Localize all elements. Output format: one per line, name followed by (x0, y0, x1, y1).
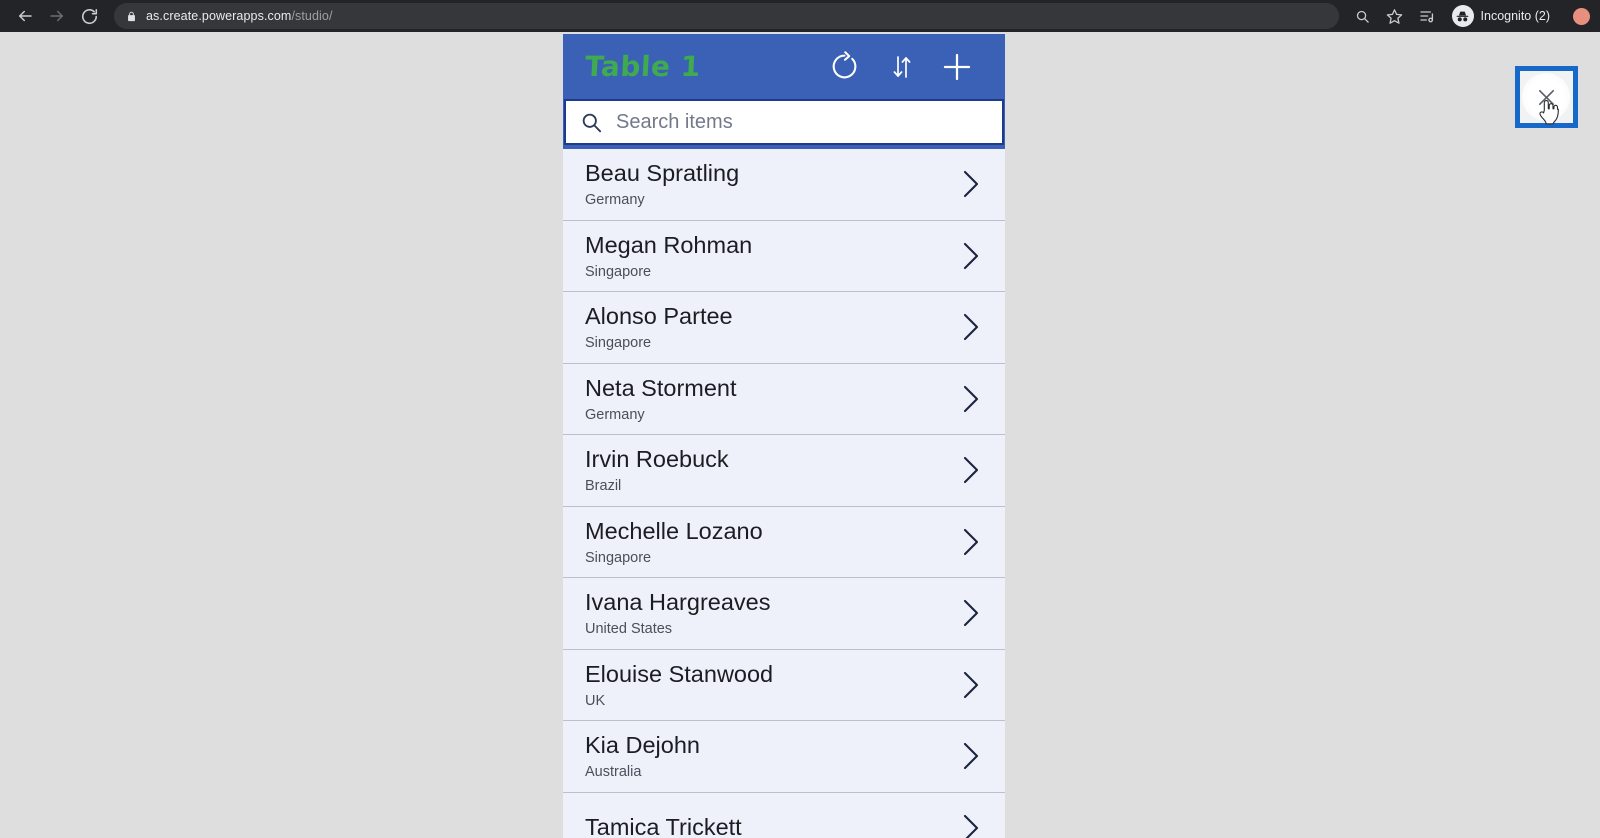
refresh-icon (832, 51, 856, 79)
sort-updown-icon (893, 55, 911, 78)
browser-tool-icons: Incognito (2) (1349, 2, 1590, 30)
row-title: Kia Dejohn (585, 732, 700, 759)
row-subtitle: Germany (585, 406, 645, 423)
add-button[interactable] (931, 42, 983, 92)
row-title: Tamica Trickett (585, 814, 742, 838)
url-domain: as.create.powerapps.com (146, 9, 292, 23)
row-title: Neta Storment (585, 374, 737, 401)
search-box[interactable] (564, 99, 1004, 145)
reload-icon (81, 8, 97, 24)
row-texts: Kia Dejohn Australia (585, 732, 957, 780)
forward-button[interactable] (42, 1, 72, 31)
powerapps-preview-panel: Table 1 Search items Beau Spratling Germ… (563, 34, 1005, 838)
row-subtitle: Germany (585, 192, 645, 209)
incognito-label: Incognito (2) (1480, 9, 1550, 23)
app-header: Table 1 (563, 34, 1005, 99)
chevron-right-icon[interactable] (957, 382, 991, 416)
app-canvas: Table 1 Search items Beau Spratling Germ… (0, 32, 1600, 838)
chevron-right-icon[interactable] (957, 239, 991, 273)
table-row[interactable]: Megan Rohman Singapore (563, 220, 1005, 292)
chevron-right-icon[interactable] (957, 310, 991, 344)
row-title: Beau Spratling (585, 160, 740, 187)
back-button[interactable] (10, 1, 40, 31)
row-texts: Mechelle Lozano Singapore (585, 518, 957, 566)
table-row[interactable]: Kia Dejohn Australia (563, 721, 1005, 793)
gallery-list: Beau Spratling Germany Megan Rohman Singapo… (563, 149, 1005, 838)
table-row[interactable]: Alonso Partee Singapore (563, 292, 1005, 364)
row-subtitle: Singapore (585, 263, 652, 280)
chevron-right-icon[interactable] (957, 453, 991, 487)
address-bar[interactable]: as.create.powerapps.com/studio/ (114, 3, 1339, 29)
chevron-right-icon[interactable] (957, 668, 991, 702)
chevron-right-icon[interactable] (957, 596, 991, 630)
row-texts: Elouise Stanwood UK (585, 661, 957, 709)
plus-icon (943, 53, 971, 80)
chevron-right-icon[interactable] (957, 739, 991, 773)
row-subtitle: Singapore (585, 335, 652, 352)
sort-button[interactable] (873, 42, 931, 92)
table-row[interactable]: Beau Spratling Germany (563, 149, 1005, 221)
search-bar-container (563, 99, 1005, 149)
row-texts: Tamica Trickett (585, 814, 957, 838)
row-texts: Beau Spratling Germany (585, 160, 957, 208)
chevron-right-icon[interactable] (957, 167, 991, 201)
row-subtitle: Brazil (585, 478, 622, 495)
incognito-hat-icon (1451, 5, 1474, 27)
table-row[interactable]: Neta Storment Germany (563, 363, 1005, 435)
star-icon (1386, 8, 1403, 24)
row-subtitle: Singapore (585, 549, 652, 566)
row-texts: Megan Rohman Singapore (585, 232, 957, 280)
table-row[interactable]: Irvin Roebuck Brazil (563, 435, 1005, 507)
row-texts: Irvin Roebuck Brazil (585, 446, 957, 494)
row-subtitle: Australia (585, 764, 642, 781)
browser-toolbar: as.create.powerapps.com/studio/ Incognit… (0, 0, 1600, 32)
url-text: as.create.powerapps.com/studio/ (146, 9, 333, 23)
zoom-search-icon (1356, 10, 1369, 23)
row-subtitle: UK (585, 692, 606, 709)
refresh-button[interactable] (815, 42, 873, 92)
table-row[interactable]: Mechelle Lozano Singapore (563, 506, 1005, 578)
reload-button[interactable] (74, 1, 104, 31)
row-subtitle: United States (585, 621, 673, 638)
reading-list-button[interactable] (1413, 2, 1441, 30)
row-title: Alonso Partee (585, 303, 733, 330)
chevron-right-icon[interactable] (957, 811, 991, 838)
lock-icon (126, 10, 137, 23)
row-title: Elouise Stanwood (585, 660, 774, 687)
row-texts: Ivana Hargreaves United States (585, 589, 957, 637)
bookmark-button[interactable] (1381, 2, 1409, 30)
page-title: Table 1 (584, 50, 702, 83)
row-title: Megan Rohman (585, 231, 753, 258)
search-icon (580, 111, 603, 134)
incognito-indicator[interactable]: Incognito (2) (1449, 3, 1560, 29)
reading-list-icon (1419, 11, 1433, 23)
table-row[interactable]: Elouise Stanwood UK (563, 649, 1005, 721)
row-title: Mechelle Lozano (585, 517, 763, 544)
row-texts: Neta Storment Germany (585, 375, 957, 423)
row-title: Ivana Hargreaves (585, 589, 771, 616)
close-button[interactable] (1522, 73, 1570, 121)
close-x-icon (1538, 89, 1554, 105)
zoom-search-button[interactable] (1349, 2, 1377, 30)
table-row[interactable]: Ivana Hargreaves United States (563, 578, 1005, 650)
back-arrow-icon (19, 10, 32, 22)
table-row[interactable]: Tamica Trickett (563, 792, 1005, 838)
row-title: Irvin Roebuck (585, 446, 729, 473)
row-texts: Alonso Partee Singapore (585, 303, 957, 351)
search-input[interactable] (616, 101, 1002, 143)
chevron-right-icon[interactable] (957, 525, 991, 559)
url-path: /studio/ (291, 9, 333, 23)
forward-arrow-icon (50, 10, 63, 22)
profile-avatar-icon[interactable] (1573, 7, 1590, 25)
